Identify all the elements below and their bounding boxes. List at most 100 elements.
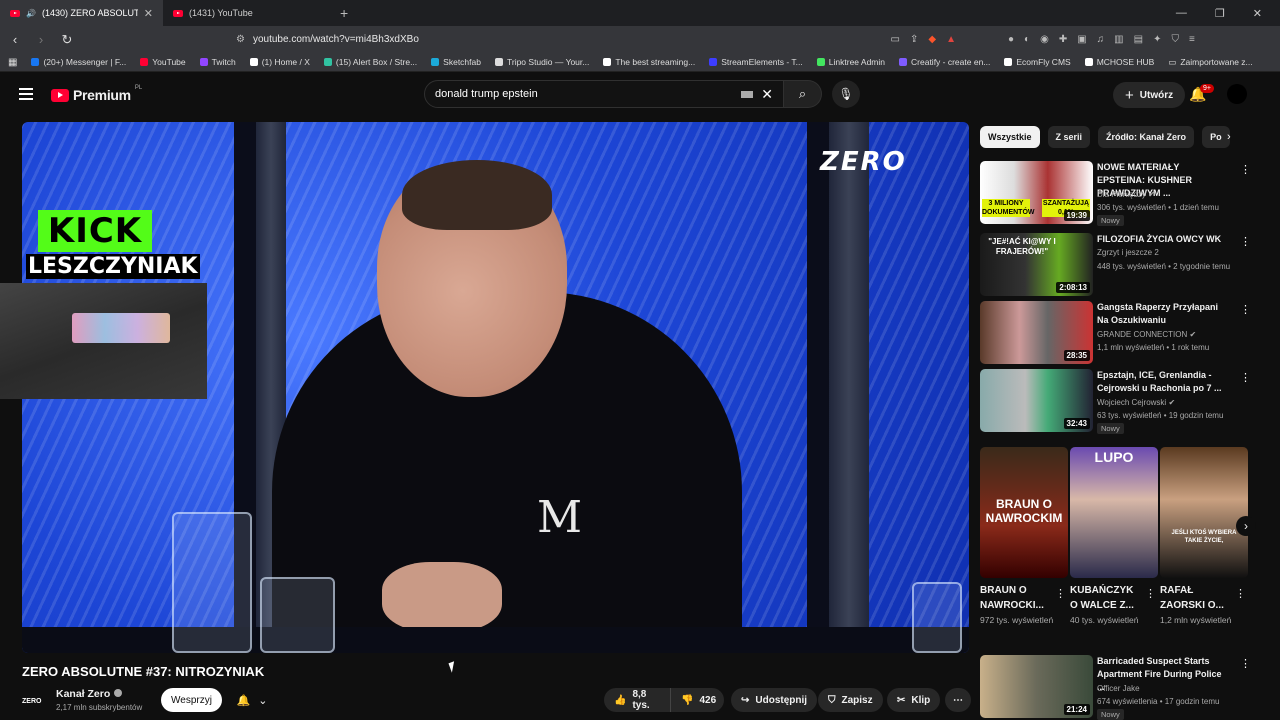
create-button[interactable]: + Utwórz (1113, 82, 1186, 108)
close-tab-icon[interactable]: ✕ (144, 7, 153, 20)
bookmark-label: Tripo Studio — Your... (506, 57, 590, 67)
channel-avatar[interactable]: ZERO (22, 692, 48, 710)
video-thumbnail[interactable]: 21:24 (980, 655, 1093, 718)
recommendation-item[interactable]: 21:24 Barricaded Suspect Starts Apartmen… (980, 655, 1251, 720)
video-thumbnail[interactable]: 32:43 (980, 369, 1093, 432)
channel-name[interactable]: Kanał Zero (56, 688, 123, 700)
cast-icon[interactable]: ▭ (891, 34, 900, 45)
subscriber-count: 2,17 mln subskrybentów (56, 703, 143, 712)
music-icon[interactable]: ♫ (1097, 34, 1105, 45)
restore-icon[interactable]: ❐ (1215, 7, 1225, 20)
short-thumbnail[interactable]: BRAUN O NAWROCKIM (980, 447, 1068, 578)
tab-title: (1430) ZERO ABSOLUTNE #37 (41, 8, 138, 18)
bookmark-item[interactable]: YouTube (140, 57, 186, 67)
chip-related[interactable]: Po (1202, 126, 1231, 148)
chip-all[interactable]: Wszystkie (980, 126, 1040, 148)
recommendation-item[interactable]: 28:35 Gangsta Raperzy Przyłapani Na Oszu… (980, 301, 1251, 364)
puzzle-icon[interactable]: ✚ (1059, 34, 1067, 45)
sidebar-icon[interactable]: ▥ (1114, 34, 1123, 45)
dislike-button[interactable]: 👎 426 (670, 688, 724, 712)
short-thumbnail[interactable]: JEŚLI KTOŚ WYBIERA TAKIE ŻYCIE, (1160, 447, 1248, 578)
browser-tab[interactable]: (1431) YouTube (163, 0, 326, 26)
shorts-next-button[interactable]: › (1236, 516, 1256, 536)
search-button[interactable]: ⌕ (784, 80, 822, 108)
dislike-count: 426 (699, 694, 717, 706)
back-icon[interactable]: ‹ (8, 32, 22, 47)
more-vertical-icon[interactable]: ⋮ (1240, 657, 1251, 670)
site-settings-icon[interactable]: ⚙ (236, 34, 245, 45)
voice-search-button[interactable]: 🎙 (832, 80, 860, 108)
vpn-icon[interactable]: ⛉ (1171, 34, 1179, 45)
video-thumbnail[interactable]: 3 MILIONY DOKUMENTÓW SZANTAŻUJĄ 0,1% 19:… (980, 161, 1093, 224)
search-input[interactable]: donald trump epstein ✕ (424, 80, 784, 108)
bookmark-item[interactable]: Tripo Studio — Your... (494, 57, 590, 67)
bookmark-item[interactable]: Linktree Admin (816, 57, 885, 67)
short-thumbnail[interactable]: LUPO (1070, 447, 1158, 578)
bookmark-item[interactable]: EcomFly CMS (1004, 57, 1071, 67)
guide-menu-icon[interactable] (19, 88, 33, 103)
bookmark-folder[interactable]: ▭ Zaimportowane z... (1168, 57, 1252, 68)
bookmark-item[interactable]: Creatify - create en... (899, 57, 990, 67)
minimize-icon[interactable]: — (1176, 7, 1187, 20)
bookmark-item[interactable]: (20+) Messenger | F... (31, 57, 126, 67)
video-thumbnail[interactable]: 28:35 (980, 301, 1093, 364)
url-field[interactable]: 🔖 ⚙ youtube.com/watch?v=mi4Bh3xdXBo ▭ ⇪ … (212, 30, 956, 70)
studio-curtain (829, 122, 869, 653)
support-button[interactable]: Wesprzyj (161, 688, 222, 712)
more-vertical-icon[interactable]: ⋮ (1145, 587, 1156, 600)
save-button[interactable]: ⛉ Zapisz (818, 688, 883, 712)
keyboard-icon[interactable] (741, 90, 754, 98)
more-vertical-icon[interactable]: ⋮ (1240, 163, 1251, 176)
share-page-icon[interactable]: ⇪ (910, 34, 918, 45)
search-icon: ⌕ (798, 86, 807, 101)
recommendation-item[interactable]: "JE#!AĆ KI@WY I FRAJERÓW!" 2:08:13 FILOZ… (980, 233, 1251, 296)
more-vertical-icon[interactable]: ⋮ (1055, 587, 1066, 600)
short-item[interactable]: LUPO KUBAŃCZYK O WALCE Z... 40 tys. wyśw… (1070, 447, 1158, 642)
short-item[interactable]: JEŚLI KTOŚ WYBIERA TAKIE ŻYCIE, RAFAŁ ZA… (1160, 447, 1248, 642)
clear-search-icon[interactable]: ✕ (761, 86, 773, 103)
notification-settings-button[interactable]: 🔔 ⌄ (229, 688, 275, 712)
share-button[interactable]: ↪ Udostępnij (731, 688, 818, 712)
extension-icon[interactable]: ◉ (1040, 34, 1049, 45)
bookmark-item[interactable]: Sketchfab (431, 57, 481, 67)
menu-icon[interactable]: ≡ (1189, 34, 1195, 45)
recommendation-item[interactable]: 32:43 Epsztajn, ICE, Grenlandia - Cejrow… (980, 369, 1251, 434)
extension-icon[interactable]: ● (1008, 34, 1014, 45)
more-vertical-icon[interactable]: ⋮ (1235, 587, 1246, 600)
bookmark-item[interactable]: StreamElements - T... (709, 57, 803, 67)
new-tab-icon[interactable]: + (340, 5, 348, 21)
more-vertical-icon[interactable]: ⋮ (1240, 371, 1251, 384)
bookmark-item[interactable]: (15) Alert Box / Stre... (323, 57, 417, 67)
like-button[interactable]: 👍 8,8 tys. (604, 688, 670, 712)
address-bar: ‹ › ↻ 🔖 ⚙ youtube.com/watch?v=mi4Bh3xdXB… (0, 26, 1280, 70)
clip-button[interactable]: ✂ Klip (887, 688, 941, 712)
video-thumbnail[interactable]: "JE#!AĆ KI@WY I FRAJERÓW!" 2:08:13 (980, 233, 1093, 296)
brave-shield-icon[interactable]: ◆ (928, 34, 936, 45)
reload-icon[interactable]: ↻ (60, 32, 74, 48)
youtube-logo[interactable]: Premium PL (51, 85, 142, 103)
chip-series[interactable]: Z serii (1047, 126, 1091, 148)
short-item[interactable]: BRAUN O NAWROCKIM BRAUN O NAWROCKI... 97… (980, 447, 1068, 642)
apps-grid-icon[interactable]: ▦ (8, 57, 17, 68)
bookmark-item[interactable]: (1) Home / X (249, 57, 310, 67)
bookmark-item[interactable]: MCHOSE HUB (1084, 57, 1154, 67)
bookmark-item[interactable]: Twitch (199, 57, 236, 67)
more-vertical-icon[interactable]: ⋮ (1240, 303, 1251, 316)
more-vertical-icon[interactable]: ⋮ (1240, 235, 1251, 248)
rewards-icon[interactable]: ▲ (946, 34, 956, 45)
chip-source[interactable]: Źródło: Kanał Zero (1098, 126, 1195, 148)
browser-tab-active[interactable]: 🔊 (1430) ZERO ABSOLUTNE #37 ✕ (0, 0, 163, 26)
wallet-icon[interactable]: ▤ (1134, 34, 1143, 45)
extension-icon[interactable]: ▣ (1077, 34, 1086, 45)
extension-icon[interactable]: ◐ (1024, 34, 1030, 45)
bookmark-item[interactable]: The best streaming... (603, 57, 695, 67)
forward-icon[interactable]: › (34, 32, 48, 47)
avatar[interactable] (1227, 84, 1247, 104)
leo-icon[interactable]: ✦ (1153, 34, 1161, 45)
close-window-icon[interactable]: ✕ (1253, 7, 1262, 20)
chevron-down-icon: ⌄ (258, 694, 268, 707)
more-actions-button[interactable]: ⋯ (945, 688, 971, 712)
chevron-right-icon[interactable]: › (1227, 131, 1231, 143)
short-title: BRAUN O NAWROCKI... (980, 585, 1044, 611)
recommendation-item[interactable]: 3 MILIONY DOKUMENTÓW SZANTAŻUJĄ 0,1% 19:… (980, 161, 1251, 226)
